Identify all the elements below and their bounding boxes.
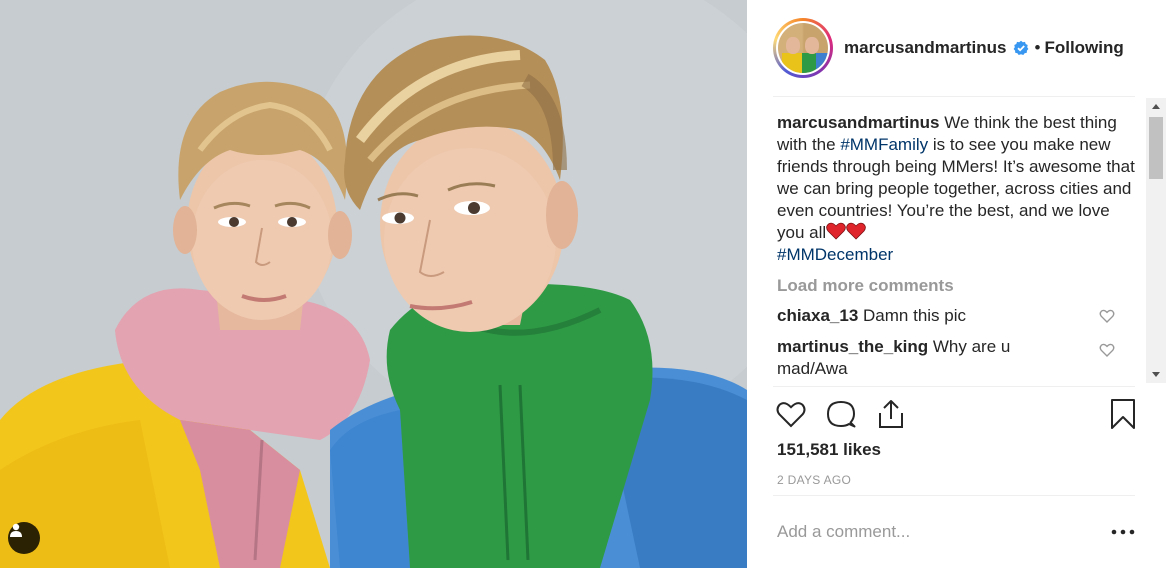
scroll-thumb[interactable] <box>1149 117 1163 179</box>
caption-username-link[interactable]: marcusandmartinus <box>777 113 940 132</box>
comment-item: chiaxa_13 Damn this pic <box>777 305 1137 327</box>
load-more-comments-button[interactable]: Load more comments <box>777 276 1137 296</box>
avatar[interactable] <box>773 18 833 78</box>
heart-emoji <box>846 222 866 240</box>
post-photo[interactable] <box>0 0 747 568</box>
tag-people-button[interactable] <box>8 522 40 554</box>
post-date[interactable]: 2 DAYS AGO <box>777 473 851 487</box>
comment-heart-icon[interactable] <box>1099 308 1115 324</box>
more-icon[interactable] <box>1111 523 1135 541</box>
hashtag-mmfamily-link[interactable]: #MMFamily <box>840 135 928 154</box>
following-button[interactable]: Following <box>1044 38 1123 58</box>
date-divider <box>773 495 1135 496</box>
header-divider <box>773 96 1135 97</box>
post-sidebar: marcusandmartinus • Following marcusandm… <box>747 0 1166 568</box>
likes-count[interactable]: 151,581 likes <box>777 440 881 460</box>
bookmark-icon[interactable] <box>1107 398 1139 430</box>
comment-item: martinus_the_king Why are u mad/Awa <box>777 336 1137 380</box>
share-icon[interactable] <box>875 398 907 430</box>
comment-username-link[interactable]: chiaxa_13 <box>777 306 858 325</box>
comments-list[interactable]: marcusandmartinus We think the best thin… <box>777 112 1137 382</box>
comment-icon[interactable] <box>825 398 857 430</box>
comment-text: Damn this pic <box>858 306 966 325</box>
verified-icon <box>1013 40 1028 55</box>
scroll-down-arrow-icon[interactable] <box>1146 366 1166 383</box>
photo-illustration <box>0 0 747 568</box>
comments-divider <box>773 386 1135 387</box>
hashtag-mmdecember-link[interactable]: #MMDecember <box>777 245 893 264</box>
post-header: marcusandmartinus • Following <box>773 18 1143 78</box>
comment-heart-icon[interactable] <box>1099 342 1115 358</box>
comments-scrollbar[interactable] <box>1146 98 1166 383</box>
heart-icon[interactable] <box>775 398 807 430</box>
header-username-link[interactable]: marcusandmartinus <box>844 38 1007 58</box>
add-comment-input[interactable] <box>777 518 1077 546</box>
caption: marcusandmartinus We think the best thin… <box>777 112 1137 266</box>
scroll-up-arrow-icon[interactable] <box>1146 98 1166 115</box>
heart-emoji <box>826 222 846 240</box>
comment-username-link[interactable]: martinus_the_king <box>777 337 928 356</box>
header-separator: • <box>1034 38 1041 57</box>
action-bar <box>775 396 1137 432</box>
tag-people-icon <box>10 523 22 537</box>
